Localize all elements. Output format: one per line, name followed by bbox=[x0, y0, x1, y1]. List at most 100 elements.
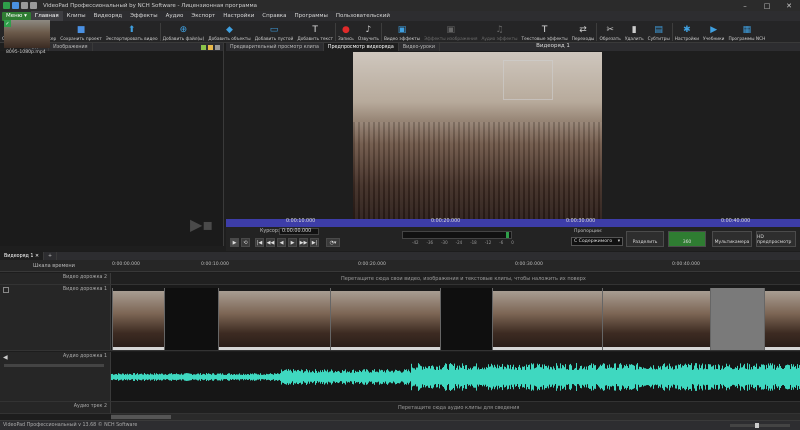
step-back-button[interactable]: ◀ bbox=[277, 238, 286, 247]
menu-tab-export[interactable]: Экспорт bbox=[187, 11, 219, 21]
timeline-ruler[interactable]: Шкала времени 0:00:00.000 0:00:10.000 0:… bbox=[0, 260, 800, 272]
quick-redo-icon[interactable] bbox=[30, 2, 37, 9]
multicam-button[interactable]: Мультикамера bbox=[712, 231, 752, 247]
waveform-bar bbox=[386, 370, 387, 384]
add-files-button[interactable]: ⊕ Добавить файл(ы) bbox=[161, 21, 207, 43]
waveform-bar bbox=[361, 372, 362, 382]
close-icon[interactable]: ✕ bbox=[778, 0, 800, 11]
quick-undo-icon[interactable] bbox=[21, 2, 28, 9]
cursor-time-input[interactable]: 0:00:00.000 bbox=[279, 228, 319, 235]
save-project-button[interactable]: ■ Сохранить проект bbox=[58, 21, 103, 43]
video-clip[interactable] bbox=[112, 288, 164, 350]
bin-tab-images[interactable]: Изображения bbox=[49, 43, 93, 51]
delete-button[interactable]: ▮ Удалить bbox=[623, 21, 646, 43]
video-clip[interactable] bbox=[218, 288, 330, 350]
track-header-video-1[interactable]: Видео дорожка 1 bbox=[0, 285, 111, 351]
waveform-bar bbox=[121, 374, 122, 380]
subtitles-button[interactable]: ▤ Субтитры bbox=[646, 21, 672, 43]
waveform-bar bbox=[562, 364, 563, 390]
track-volume-slider[interactable] bbox=[4, 364, 104, 367]
menu-tab-settings[interactable]: Настройки bbox=[219, 11, 258, 21]
record-button[interactable]: ● Запись bbox=[336, 21, 356, 43]
video-clip[interactable] bbox=[330, 288, 440, 350]
add-bin-icon[interactable] bbox=[201, 44, 206, 50]
video-clip[interactable] bbox=[602, 288, 710, 350]
video-track-1-label: Видео дорожка 1 bbox=[62, 287, 107, 292]
menu-tab-custom[interactable]: Пользовательский bbox=[332, 11, 394, 21]
menu-tab-audio[interactable]: Аудио bbox=[162, 11, 188, 21]
bin-view-icon[interactable] bbox=[215, 44, 220, 50]
play-button[interactable]: ▶ bbox=[230, 238, 239, 247]
waveform-bar bbox=[525, 369, 526, 385]
audio-effects-button[interactable]: ♫ Аудио эффекты bbox=[479, 21, 519, 43]
text-effects-button[interactable]: T Текстовые эффекты bbox=[520, 21, 570, 43]
settings-button[interactable]: ✱ Настройки bbox=[673, 21, 701, 43]
track-checkbox[interactable] bbox=[3, 287, 9, 293]
speaker-icon[interactable]: ◀ bbox=[3, 354, 8, 361]
menu-tab-sequence[interactable]: Видеоряд bbox=[90, 11, 127, 21]
waveform-bar bbox=[434, 369, 435, 385]
narrate-button[interactable]: ♪ Озвучить bbox=[356, 21, 381, 43]
split-button[interactable]: Разделить bbox=[626, 231, 664, 247]
go-start-button[interactable]: |◀ bbox=[255, 238, 264, 247]
maximize-icon[interactable]: □ bbox=[756, 0, 778, 11]
btn-360[interactable]: 360 bbox=[668, 231, 706, 247]
waveform-bar bbox=[622, 368, 623, 386]
image-effects-button[interactable]: ▣ Эффекты изображения bbox=[422, 21, 479, 43]
add-sequence-tab[interactable]: + bbox=[44, 252, 58, 260]
sequence-tab[interactable]: Видеоряд 1 ✕ bbox=[0, 252, 44, 260]
multicam-label: Мультикамера bbox=[714, 240, 750, 245]
video-effects-button[interactable]: ▣ Видео эффекты bbox=[382, 21, 422, 43]
lane-audio-2[interactable]: Перетащите сюда аудио клипы для сведения bbox=[111, 402, 800, 414]
zoom-handle[interactable] bbox=[755, 423, 759, 428]
export-video-button[interactable]: ⬆ Экспортировать видео bbox=[104, 21, 160, 43]
next-frame-button[interactable]: ▶▶ bbox=[299, 238, 308, 247]
waveform-bar bbox=[727, 366, 728, 388]
track-header-audio-1[interactable]: ◀ Аудио дорожка 1 bbox=[0, 352, 111, 402]
volume-button[interactable]: ◔▾ bbox=[326, 238, 340, 247]
waveform-bar bbox=[601, 365, 602, 389]
tutorials-button[interactable]: ▶ Учебники bbox=[701, 21, 726, 43]
bin-folder-icon[interactable] bbox=[208, 44, 213, 50]
video-clip[interactable] bbox=[492, 288, 602, 350]
track-header-audio-2[interactable]: Аудио трек 2 bbox=[0, 402, 111, 414]
waveform-bar bbox=[168, 374, 169, 380]
loop-button[interactable]: ⟲ bbox=[241, 238, 250, 247]
waveform-bar bbox=[255, 373, 256, 381]
menu-tab-programs[interactable]: Программы bbox=[291, 11, 332, 21]
nch-suite-button[interactable]: ▦ Программы NCH bbox=[726, 21, 767, 43]
track-header-video-2[interactable]: Видео дорожка 2 bbox=[0, 273, 111, 285]
lane-video-2[interactable]: Перетащите сюда свои видео, изображения … bbox=[111, 273, 800, 285]
waveform-bar bbox=[213, 373, 214, 381]
waveform-bar bbox=[201, 374, 202, 380]
transitions-button[interactable]: ⇄ Переходы bbox=[570, 21, 597, 43]
add-objects-button[interactable]: ◆ Добавить объекты bbox=[206, 21, 252, 43]
quick-save-icon[interactable] bbox=[12, 2, 19, 9]
prev-frame-button[interactable]: ◀◀ bbox=[266, 238, 275, 247]
waveform-bar bbox=[261, 374, 262, 380]
video-clip[interactable] bbox=[764, 288, 800, 350]
waveform-bar bbox=[710, 364, 711, 390]
waveform-bar bbox=[141, 373, 142, 381]
menu-tab-effects[interactable]: Эффекты bbox=[126, 11, 162, 21]
waveform-bar bbox=[348, 372, 349, 382]
menu-tab-help[interactable]: Справка bbox=[258, 11, 290, 21]
preview-scrubber[interactable]: 0:00:10.000 0:00:20.000 0:00:30.000 0:00… bbox=[226, 219, 800, 227]
hd-preview-button[interactable]: HD предпросмотр bbox=[756, 231, 796, 247]
step-forward-button[interactable]: ▶ bbox=[288, 238, 297, 247]
clip-thumbnail[interactable]: ✓ bbox=[4, 20, 50, 48]
add-blank-button[interactable]: ▭ Добавить пустой bbox=[253, 21, 296, 43]
lane-audio-1[interactable] bbox=[111, 352, 800, 402]
go-end-button[interactable]: ▶| bbox=[310, 238, 319, 247]
add-text-button[interactable]: T Добавить текст bbox=[295, 21, 335, 43]
waveform-bar bbox=[628, 367, 629, 387]
menu-tab-clips[interactable]: Клипы bbox=[63, 11, 90, 21]
waveform-bar bbox=[639, 366, 640, 388]
waveform-bar bbox=[764, 365, 765, 389]
zoom-slider[interactable] bbox=[730, 423, 790, 428]
scrollbar-thumb[interactable] bbox=[111, 415, 171, 419]
ratio-select[interactable]: С Содержимого ▾ bbox=[571, 237, 623, 246]
crop-button[interactable]: ✂ Обрезать bbox=[597, 21, 622, 43]
grey-blank-clip[interactable] bbox=[710, 288, 764, 350]
minimize-icon[interactable]: – bbox=[734, 0, 756, 11]
